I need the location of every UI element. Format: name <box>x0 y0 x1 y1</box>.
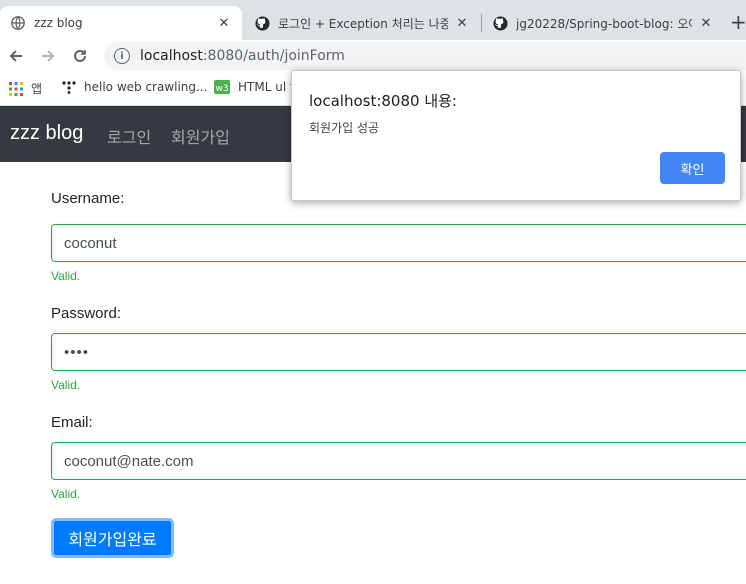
alert-dialog: localhost:8080 내용: 회원가입 성공 확인 <box>291 70 741 201</box>
dialog-ok-button[interactable]: 확인 <box>660 152 725 184</box>
new-tab-icon[interactable]: + <box>730 10 746 34</box>
email-label: Email: <box>51 414 93 431</box>
bookmark-hello-web-crawling[interactable]: hello web crawling... <box>62 80 207 94</box>
password-input[interactable]: •••• <box>51 333 746 371</box>
github-icon <box>254 15 270 31</box>
tab-zzz-blog[interactable]: zzz blog ✕ <box>0 6 242 40</box>
address-bar[interactable]: i localhost:8080/auth/joinForm <box>104 42 746 70</box>
tab-title: jg20228/Spring-boot-blog: 오아 <box>516 16 692 31</box>
bookmark-html-ul[interactable]: w3 HTML ul t <box>214 80 295 94</box>
join-submit-button[interactable]: 회원가입완료 <box>51 518 174 558</box>
email-value: coconut@nate.com <box>64 452 194 470</box>
url-host: localhost <box>140 48 203 64</box>
username-input[interactable]: coconut <box>51 224 746 262</box>
tab-exception[interactable]: 로그인 + Exception 처리는 나중 ✕ <box>244 6 480 40</box>
tab-github-repo[interactable]: jg20228/Spring-boot-blog: 오아 ✕ <box>482 6 724 40</box>
tab-title: 로그인 + Exception 처리는 나중 <box>278 16 448 31</box>
apps-grid-icon <box>9 81 23 96</box>
tab-title: zzz blog <box>34 16 83 30</box>
reload-icon[interactable] <box>68 44 92 68</box>
back-icon[interactable] <box>4 44 28 68</box>
password-value: •••• <box>64 343 90 361</box>
username-valid-feedback: Valid. <box>51 269 81 283</box>
close-icon[interactable]: ✕ <box>216 15 232 31</box>
nav-link-login[interactable]: 로그인 <box>107 124 151 148</box>
dots-icon <box>62 80 76 94</box>
bookmark-label: 앱 <box>31 82 43 96</box>
browser-toolbar: i localhost:8080/auth/joinForm <box>0 40 746 72</box>
password-label: Password: <box>51 305 122 322</box>
dialog-title: localhost:8080 내용: <box>309 92 457 110</box>
close-icon[interactable]: ✕ <box>454 15 470 31</box>
nav-link-join[interactable]: 회원가입 <box>171 124 230 148</box>
bookmark-label: HTML ul t <box>238 80 295 94</box>
site-brand[interactable]: zzz blog <box>10 122 83 145</box>
username-label: Username: <box>51 190 125 207</box>
email-input[interactable]: coconut@nate.com <box>51 442 746 480</box>
w3schools-icon: w3 <box>214 80 230 94</box>
close-icon[interactable]: ✕ <box>698 15 714 31</box>
github-icon <box>492 15 508 31</box>
password-valid-feedback: Valid. <box>51 378 81 392</box>
url-path: :8080/auth/joinForm <box>202 48 345 64</box>
username-value: coconut <box>64 234 117 252</box>
forward-icon[interactable] <box>36 44 60 68</box>
bookmark-label: hello web crawling... <box>84 80 208 94</box>
info-icon[interactable]: i <box>114 48 130 64</box>
globe-icon <box>10 15 26 31</box>
email-valid-feedback: Valid. <box>51 487 81 501</box>
dialog-message: 회원가입 성공 <box>309 121 380 135</box>
svg-text:w3: w3 <box>215 84 228 94</box>
bookmark-apps[interactable]: 앱 <box>9 80 42 97</box>
tab-strip: zzz blog ✕ 로그인 + Exception 처리는 나중 ✕ jg20… <box>0 0 746 40</box>
